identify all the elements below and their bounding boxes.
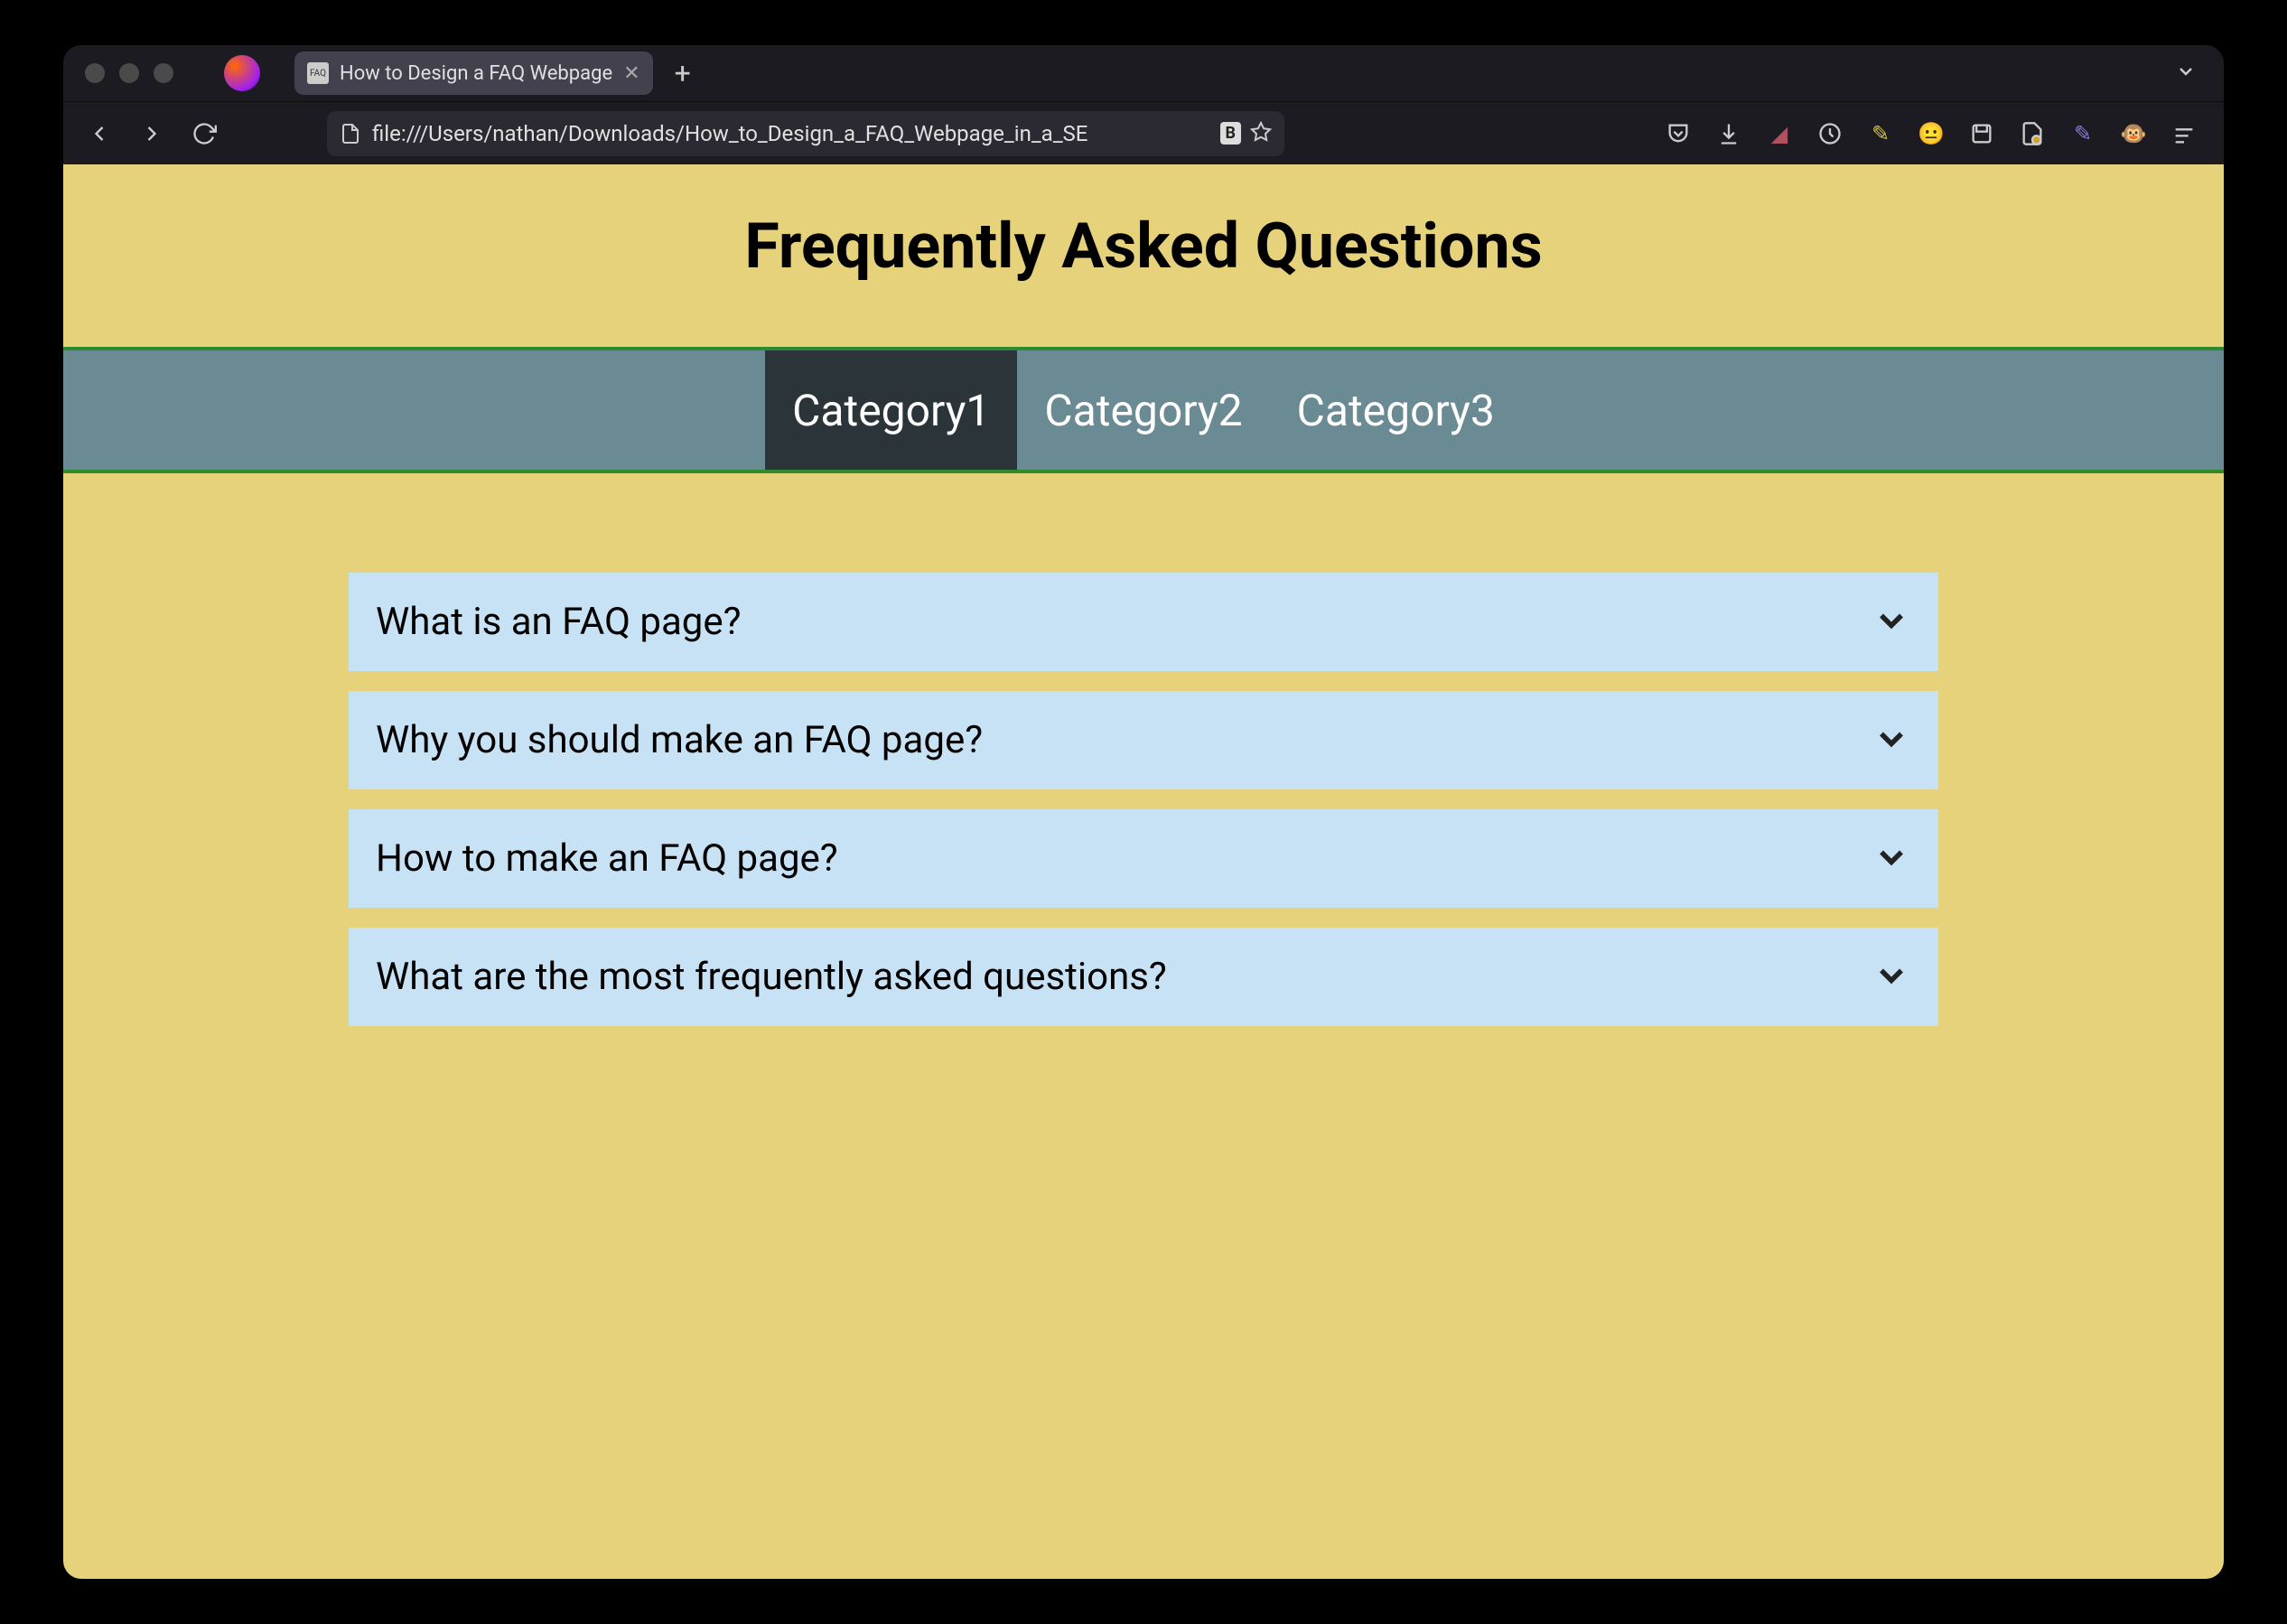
clock-icon[interactable] <box>1816 119 1844 148</box>
reader-mode-badge[interactable]: B <box>1220 122 1242 145</box>
category-tab-3[interactable]: Category3 <box>1270 350 1522 470</box>
category-tab-1[interactable]: Category1 <box>765 350 1017 470</box>
forward-button[interactable] <box>132 114 172 154</box>
minimize-window-button[interactable] <box>119 63 139 83</box>
url-bar[interactable]: file:///Users/nathan/Downloads/How_to_De… <box>327 111 1284 156</box>
category-tab-2[interactable]: Category2 <box>1017 350 1269 470</box>
tabs-dropdown-button[interactable] <box>2157 61 2215 86</box>
tab-close-button[interactable]: ✕ <box>623 62 639 85</box>
reload-button[interactable] <box>184 114 224 154</box>
page-content: Frequently Asked Questions Category1 Cat… <box>63 164 2224 1579</box>
toolbar-icons: ◢ ✎ 😐 ✎ 🐵 <box>1664 119 2208 148</box>
faq-list: What is an FAQ page? Why you should make… <box>349 573 1938 1026</box>
faq-question: What is an FAQ page? <box>376 600 742 644</box>
window-controls <box>72 63 190 83</box>
new-tab-button[interactable]: + <box>660 56 705 90</box>
tab-bar: FAQ How to Design a FAQ Webpage ✕ + <box>63 45 2224 101</box>
extension-icon-2[interactable]: ✎ <box>1866 119 1895 148</box>
chevron-down-icon <box>1872 719 1911 762</box>
faq-question: What are the most frequently asked quest… <box>376 955 1167 999</box>
extension-icon-1[interactable]: ◢ <box>1765 119 1794 148</box>
back-button[interactable] <box>79 114 119 154</box>
browser-tab[interactable]: FAQ How to Design a FAQ Webpage ✕ <box>294 51 653 95</box>
faq-item[interactable]: What is an FAQ page? <box>349 573 1938 671</box>
file-icon <box>340 123 361 145</box>
extension-icon-6[interactable]: 🐵 <box>2119 119 2148 148</box>
url-text: file:///Users/nathan/Downloads/How_to_De… <box>372 121 1209 146</box>
nav-bar: file:///Users/nathan/Downloads/How_to_De… <box>63 101 2224 164</box>
extension-icon-4[interactable] <box>2018 119 2047 148</box>
maximize-window-button[interactable] <box>154 63 173 83</box>
extension-icon-5[interactable]: ✎ <box>2068 119 2097 148</box>
bookmark-star-button[interactable] <box>1250 121 1272 146</box>
page-title: Frequently Asked Questions <box>63 164 2224 347</box>
extension-icon-3[interactable]: 😐 <box>1917 119 1946 148</box>
faq-item[interactable]: Why you should make an FAQ page? <box>349 691 1938 789</box>
download-icon[interactable] <box>1714 119 1743 148</box>
menu-icon[interactable] <box>2170 119 2198 148</box>
tab-favicon-icon: FAQ <box>307 62 329 84</box>
chevron-down-icon <box>1872 837 1911 881</box>
browser-window: FAQ How to Design a FAQ Webpage ✕ + file… <box>63 45 2224 1579</box>
chevron-down-icon <box>1872 601 1911 644</box>
category-nav: Category1 Category2 Category3 <box>63 347 2224 473</box>
pocket-icon[interactable] <box>1664 119 1693 148</box>
faq-item[interactable]: How to make an FAQ page? <box>349 809 1938 908</box>
faq-item[interactable]: What are the most frequently asked quest… <box>349 928 1938 1026</box>
close-window-button[interactable] <box>85 63 105 83</box>
firefox-logo-icon <box>224 55 260 91</box>
faq-question: How to make an FAQ page? <box>376 836 838 881</box>
save-icon[interactable] <box>1967 119 1996 148</box>
chevron-down-icon <box>1872 956 1911 999</box>
faq-question: Why you should make an FAQ page? <box>376 718 983 762</box>
tab-title: How to Design a FAQ Webpage <box>340 62 612 85</box>
